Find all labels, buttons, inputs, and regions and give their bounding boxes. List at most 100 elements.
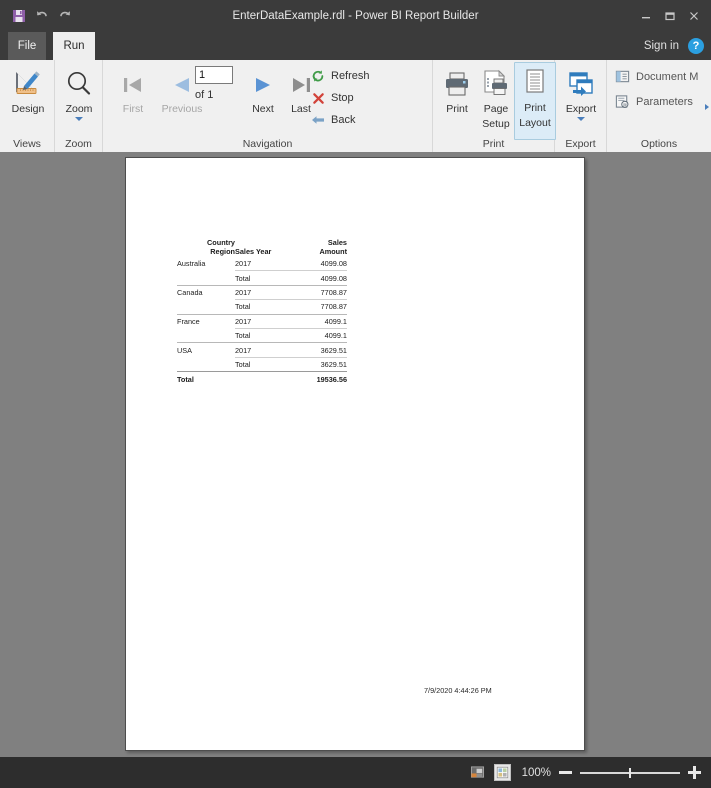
previous-page-label: Previous [161, 103, 203, 115]
parameters-label: Parameters [636, 95, 693, 108]
stop-button[interactable]: Stop [311, 91, 354, 105]
single-page-view-icon[interactable] [469, 764, 486, 781]
chevron-down-icon[interactable] [75, 117, 83, 121]
stop-icon [311, 91, 325, 105]
page-setup-icon [480, 64, 512, 100]
refresh-icon [311, 69, 325, 83]
cell-amount: 4099.08 [320, 259, 347, 269]
table-row: Canada 2017 7708.87 [177, 284, 347, 300]
zoom-slider-thumb[interactable] [629, 767, 631, 778]
design-icon [11, 64, 45, 100]
cell-year: Total [235, 270, 293, 286]
refresh-button[interactable]: Refresh [311, 69, 370, 83]
design-button[interactable]: Design [1, 64, 55, 115]
page-number-input[interactable]: 1 [195, 66, 233, 84]
expand-options-icon[interactable] [705, 104, 709, 110]
cell-amount: 3629.51 [293, 342, 347, 358]
page-setup-button[interactable]: Page Setup [474, 64, 518, 130]
cell-amount: 4099.08 [293, 270, 347, 286]
ribbon-group-zoom: Zoom Zoom [55, 60, 103, 152]
header-country-region: Country Region [177, 238, 235, 257]
back-label: Back [331, 114, 356, 126]
zoom-button[interactable]: Zoom [52, 64, 106, 121]
cell-amount: 7708.87 [293, 299, 347, 315]
print-layout-button[interactable]: Print Layout [514, 62, 556, 140]
grand-total-row: Total 19536.56 [177, 371, 347, 387]
parameters-button[interactable]: @ Parameters [615, 94, 693, 109]
export-button[interactable]: Export [554, 64, 608, 121]
undo-icon[interactable] [34, 8, 50, 24]
page-setup-label-2: Setup [482, 118, 510, 130]
report-timestamp: 7/9/2020 4:44:26 PM [424, 686, 492, 695]
cell-year: 2017 [235, 259, 252, 269]
multi-page-view-icon[interactable] [494, 764, 511, 781]
header-amount-line1: Sales [327, 238, 347, 247]
cell-year: Total [235, 299, 293, 315]
table-row: France 2017 4099.1 [177, 313, 347, 329]
cell-amount: 4099.1 [293, 327, 347, 343]
cell-year: Total [235, 356, 293, 372]
ribbon-group-views: Design Views [0, 60, 55, 152]
print-button[interactable]: Print [436, 64, 478, 115]
status-bar: 100% [0, 757, 711, 788]
group-label-views: Views [13, 138, 41, 150]
help-icon[interactable]: ? [688, 38, 704, 54]
header-amount-line2: Amount [319, 247, 347, 256]
next-page-label: Next [252, 103, 274, 115]
group-label-export: Export [565, 138, 596, 150]
sign-in-button[interactable]: Sign in [644, 32, 679, 60]
title-bar: EnterDataExample.rdl - Power BI Report B… [0, 0, 711, 32]
design-label: Design [11, 103, 45, 115]
first-page-icon [118, 64, 148, 100]
page-setup-label-1: Page [483, 103, 509, 115]
chevron-down-icon[interactable] [577, 117, 585, 121]
printer-icon [441, 64, 473, 100]
table-row: USA 2017 3629.51 [177, 342, 347, 358]
export-label: Export [565, 103, 597, 115]
zoom-level-label: 100% [521, 766, 551, 779]
group-label-print: Print [482, 138, 505, 150]
group-label-zoom: Zoom [65, 138, 92, 150]
save-icon[interactable] [11, 8, 27, 24]
back-arrow-icon [311, 113, 325, 127]
redo-icon[interactable] [57, 8, 73, 24]
zoom-in-button[interactable] [688, 766, 701, 779]
last-page-label: Last [291, 103, 311, 115]
export-icon [565, 64, 597, 100]
table-row: Total 7708.87 [177, 299, 347, 315]
previous-page-icon [167, 64, 197, 100]
ribbon-tab-strip: File Run Sign in ? [0, 32, 711, 60]
cell-country: Canada [177, 284, 235, 300]
table-row: Total 4099.08 [177, 270, 347, 286]
cell-country [177, 328, 235, 342]
zoom-out-button[interactable] [559, 766, 572, 779]
app-window: EnterDataExample.rdl - Power BI Report B… [0, 0, 711, 788]
back-button[interactable]: Back [311, 113, 355, 127]
table-header-row: Country Region Sales Year Sales Amount [177, 238, 347, 257]
document-map-label: Document M [636, 70, 699, 83]
window-controls [635, 0, 705, 32]
tab-run[interactable]: Run [53, 32, 95, 60]
tab-file[interactable]: File [8, 32, 46, 60]
cell-country: Australia [177, 259, 206, 269]
cell-amount: 3629.51 [293, 356, 347, 372]
ribbon: Design Views Zoom Zoom First Previous 1 … [0, 60, 711, 153]
window-title: EnterDataExample.rdl - Power BI Report B… [232, 10, 479, 22]
grand-total-year [235, 371, 293, 387]
document-map-button[interactable]: Document M [615, 69, 698, 84]
ribbon-group-navigation: First Previous 1 of 1 Next Last Refresh … [103, 60, 433, 152]
close-icon[interactable] [683, 4, 705, 28]
minimize-icon[interactable] [635, 4, 657, 28]
group-label-options: Options [640, 138, 678, 150]
cell-amount: 4099.1 [293, 313, 347, 329]
refresh-label: Refresh [331, 70, 370, 82]
zoom-slider[interactable] [580, 766, 680, 780]
stop-label: Stop [331, 92, 354, 104]
print-layout-icon [520, 63, 550, 99]
restore-icon[interactable] [659, 4, 681, 28]
cell-year: 2017 [235, 342, 293, 358]
quick-access-toolbar [0, 8, 73, 24]
group-label-navigation: Navigation [242, 138, 293, 150]
document-map-icon [615, 69, 630, 84]
header-sales-amount: Sales Amount [293, 238, 347, 257]
